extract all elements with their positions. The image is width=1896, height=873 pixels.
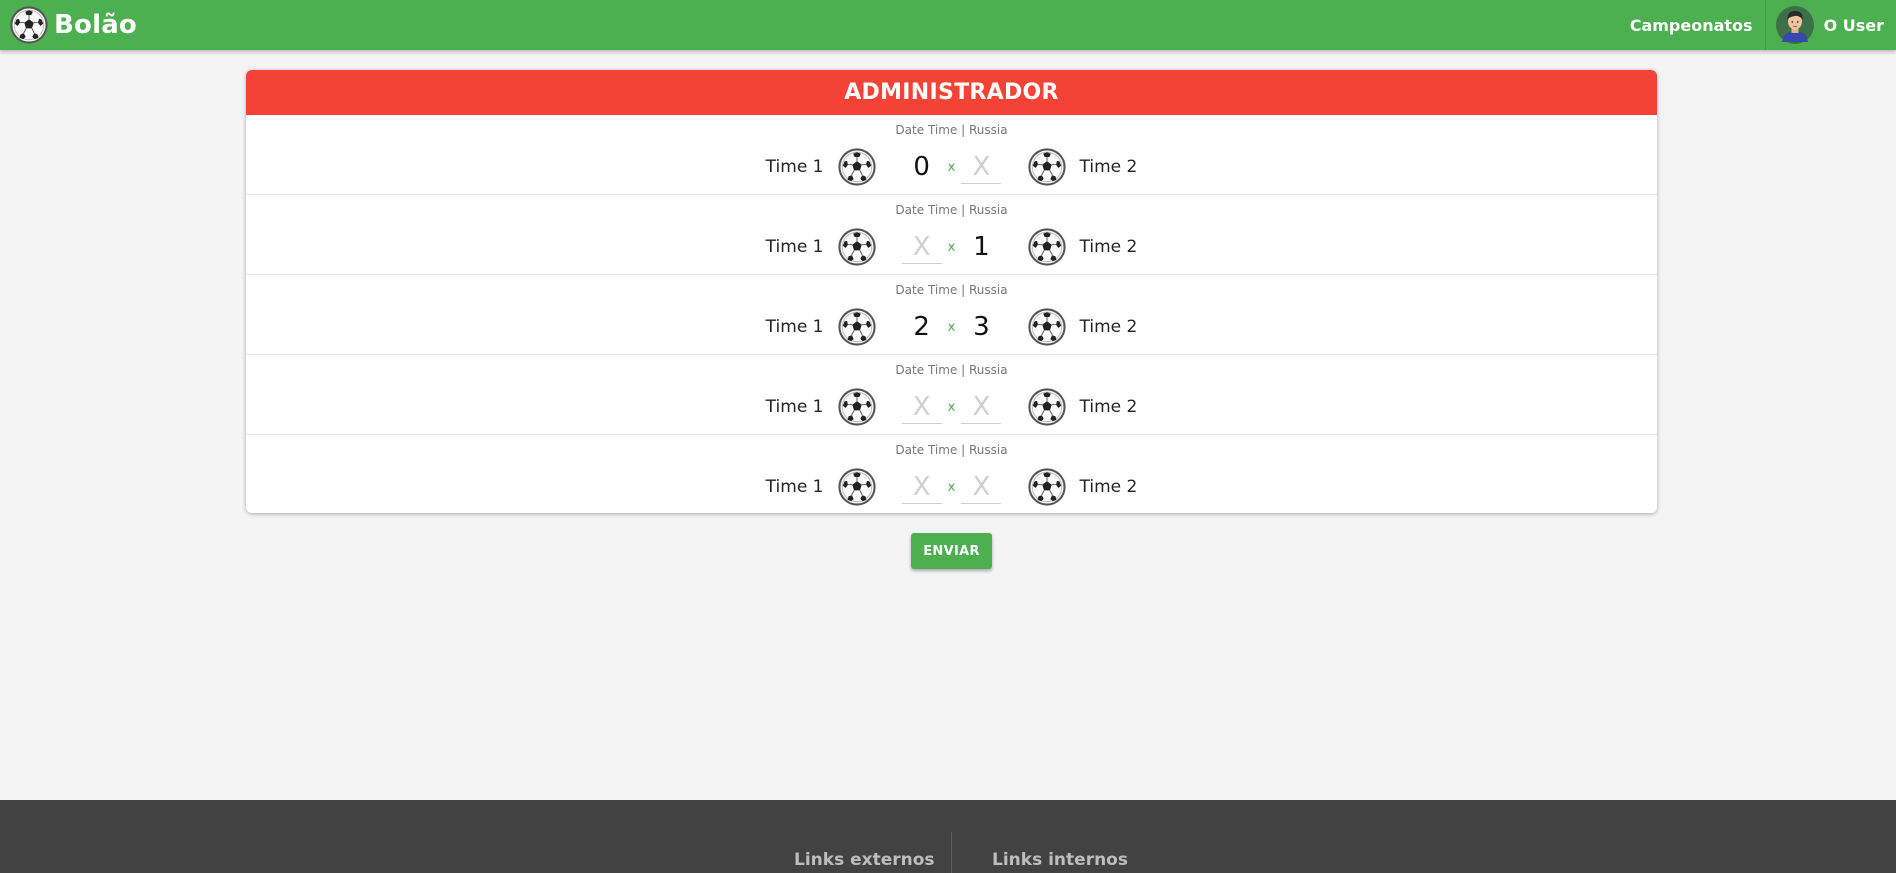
away-team-name: Time 2 — [1079, 397, 1138, 417]
footer-heading-external-links: Links externos — [794, 850, 935, 870]
match-row: Date Time | Russia Time 1 x Time 2 — [246, 115, 1657, 195]
brand-logo[interactable]: Bolão — [10, 6, 137, 44]
score-inputs: x — [876, 470, 1028, 504]
home-team-ball-icon — [838, 468, 876, 506]
away-score-input[interactable] — [961, 310, 1002, 344]
match-date-location: Date Time | Russia — [895, 363, 1008, 377]
away-team-ball-icon — [1028, 148, 1066, 186]
home-team-ball-icon — [838, 308, 876, 346]
away-team-name: Time 2 — [1079, 237, 1138, 257]
user-avatar-icon — [1775, 6, 1814, 44]
score-inputs: x — [876, 150, 1028, 184]
user-menu[interactable]: O User — [1766, 0, 1896, 50]
card-title: ADMINISTRADOR — [246, 70, 1657, 115]
nav-link-campeonatos[interactable]: Campeonatos — [1618, 0, 1765, 50]
match-scoreline: Time 1 x Time 2 — [246, 467, 1657, 507]
match-date-location: Date Time | Russia — [895, 283, 1008, 297]
match-list: Date Time | Russia Time 1 x Time 2 Date … — [246, 115, 1657, 513]
home-score-input[interactable] — [901, 470, 942, 504]
admin-matches-card: ADMINISTRADOR Date Time | Russia Time 1 … — [246, 70, 1657, 513]
navbar-right: Campeonatos O User — [1618, 0, 1896, 50]
home-score-input[interactable] — [901, 310, 942, 344]
score-inputs: x — [876, 230, 1028, 264]
away-score-input[interactable] — [961, 150, 1002, 184]
score-separator: x — [947, 319, 956, 335]
footer: Links externos Links internos — [0, 800, 1896, 873]
score-separator: x — [947, 239, 956, 255]
home-team-ball-icon — [838, 388, 876, 426]
match-row: Date Time | Russia Time 1 x Time 2 — [246, 195, 1657, 275]
score-separator: x — [947, 479, 956, 495]
away-team-ball-icon — [1028, 228, 1066, 266]
match-row: Date Time | Russia Time 1 x Time 2 — [246, 435, 1657, 513]
away-score-input[interactable] — [961, 230, 1002, 264]
home-team-name: Time 1 — [765, 157, 824, 177]
match-scoreline: Time 1 x Time 2 — [246, 227, 1657, 267]
home-score-input[interactable] — [901, 150, 942, 184]
away-team-ball-icon — [1028, 388, 1066, 426]
score-separator: x — [947, 399, 956, 415]
match-scoreline: Time 1 x Time 2 — [246, 307, 1657, 347]
match-scoreline: Time 1 x Time 2 — [246, 387, 1657, 427]
match-date-location: Date Time | Russia — [895, 203, 1008, 217]
home-team-name: Time 1 — [765, 477, 824, 497]
home-score-input[interactable] — [901, 230, 942, 264]
away-team-ball-icon — [1028, 468, 1066, 506]
away-score-input[interactable] — [961, 470, 1002, 504]
footer-divider — [951, 832, 952, 873]
away-team-name: Time 2 — [1079, 477, 1138, 497]
home-team-ball-icon — [838, 148, 876, 186]
user-name: O User — [1823, 15, 1884, 35]
score-inputs: x — [876, 390, 1028, 424]
away-team-name: Time 2 — [1079, 157, 1138, 177]
score-inputs: x — [876, 310, 1028, 344]
soccer-ball-icon — [10, 6, 48, 44]
away-score-input[interactable] — [961, 390, 1002, 424]
home-team-name: Time 1 — [765, 237, 824, 257]
top-navbar: Bolão Campeonatos O User — [0, 0, 1896, 50]
home-team-name: Time 1 — [765, 317, 824, 337]
brand-name: Bolão — [54, 10, 137, 40]
score-separator: x — [947, 159, 956, 175]
home-score-input[interactable] — [901, 390, 942, 424]
match-date-location: Date Time | Russia — [895, 123, 1008, 137]
away-team-ball-icon — [1028, 308, 1066, 346]
match-scoreline: Time 1 x Time 2 — [246, 147, 1657, 187]
footer-heading-internal-links: Links internos — [992, 850, 1128, 870]
home-team-ball-icon — [838, 228, 876, 266]
send-button[interactable]: ENVIAR — [911, 533, 992, 569]
match-row: Date Time | Russia Time 1 x Time 2 — [246, 275, 1657, 355]
match-date-location: Date Time | Russia — [895, 443, 1008, 457]
away-team-name: Time 2 — [1079, 317, 1138, 337]
home-team-name: Time 1 — [765, 397, 824, 417]
match-row: Date Time | Russia Time 1 x Time 2 — [246, 355, 1657, 435]
